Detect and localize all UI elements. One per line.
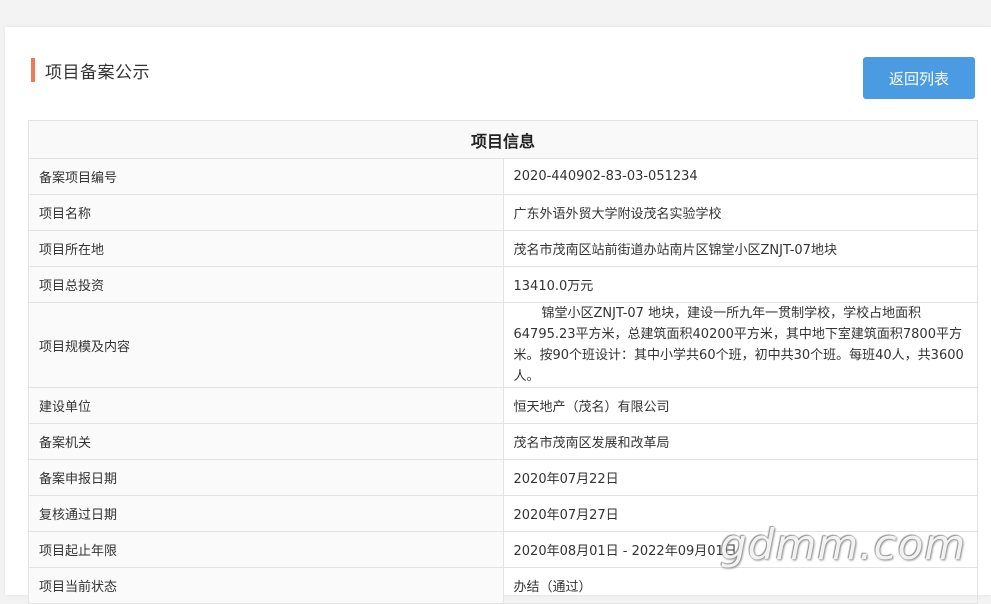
page-title: 项目备案公示 <box>45 62 150 83</box>
watermark: gdmm.com <box>720 520 967 569</box>
table-row: 项目当前状态 办结（通过） <box>28 567 978 604</box>
row-value: 茂名市茂南区发展和改革局 <box>502 423 978 460</box>
table-row: 备案项目编号 2020-440902-83-03-051234 <box>28 158 978 195</box>
row-value: 2020年07月22日 <box>502 459 978 496</box>
title-accent-bar <box>31 58 35 82</box>
row-label: 项目起止年限 <box>28 531 504 568</box>
row-value: 2020-440902-83-03-051234 <box>502 158 978 195</box>
row-label: 备案申报日期 <box>28 459 504 496</box>
row-label: 项目当前状态 <box>28 567 504 604</box>
table-row: 项目规模及内容 锦堂小区ZNJT-07 地块，建设一所九年一贯制学校，学校占地面… <box>28 302 978 388</box>
row-label: 项目规模及内容 <box>28 302 504 388</box>
row-value: 恒天地产（茂名）有限公司 <box>502 387 978 424</box>
row-value: 茂名市茂南区站前街道办站南片区锦堂小区ZNJT-07地块 <box>502 230 978 267</box>
row-value: 广东外语外贸大学附设茂名实验学校 <box>502 194 978 231</box>
row-label: 项目名称 <box>28 194 504 231</box>
page: 项目备案公示 返回列表 项目信息 备案项目编号 2020-440902-83-0… <box>0 0 991 604</box>
scale-text: 锦堂小区ZNJT-07 地块，建设一所九年一贯制学校，学校占地面积64795.2… <box>513 306 964 384</box>
row-label: 备案项目编号 <box>28 158 504 195</box>
table-row: 项目名称 广东外语外贸大学附设茂名实验学校 <box>28 194 978 231</box>
table-row: 项目总投资 13410.0万元 <box>28 266 978 303</box>
row-label: 备案机关 <box>28 423 504 460</box>
row-label: 复核通过日期 <box>28 495 504 532</box>
table-row: 项目所在地 茂名市茂南区站前街道办站南片区锦堂小区ZNJT-07地块 <box>28 230 978 267</box>
section-header: 项目备案公示 <box>31 58 150 83</box>
table-row: 备案申报日期 2020年07月22日 <box>28 459 978 496</box>
table-row: 备案机关 茂名市茂南区发展和改革局 <box>28 423 978 460</box>
row-value-scale: 锦堂小区ZNJT-07 地块，建设一所九年一贯制学校，学校占地面积64795.2… <box>502 302 978 388</box>
table-row: 建设单位 恒天地产（茂名）有限公司 <box>28 387 978 424</box>
table-title: 项目信息 <box>28 120 978 159</box>
row-value: 办结（通过） <box>502 567 978 604</box>
back-to-list-button[interactable]: 返回列表 <box>863 57 975 99</box>
row-label: 项目所在地 <box>28 230 504 267</box>
content-panel: 项目备案公示 返回列表 项目信息 备案项目编号 2020-440902-83-0… <box>5 27 991 604</box>
row-label: 建设单位 <box>28 387 504 424</box>
row-label: 项目总投资 <box>28 266 504 303</box>
row-value: 13410.0万元 <box>502 266 978 303</box>
